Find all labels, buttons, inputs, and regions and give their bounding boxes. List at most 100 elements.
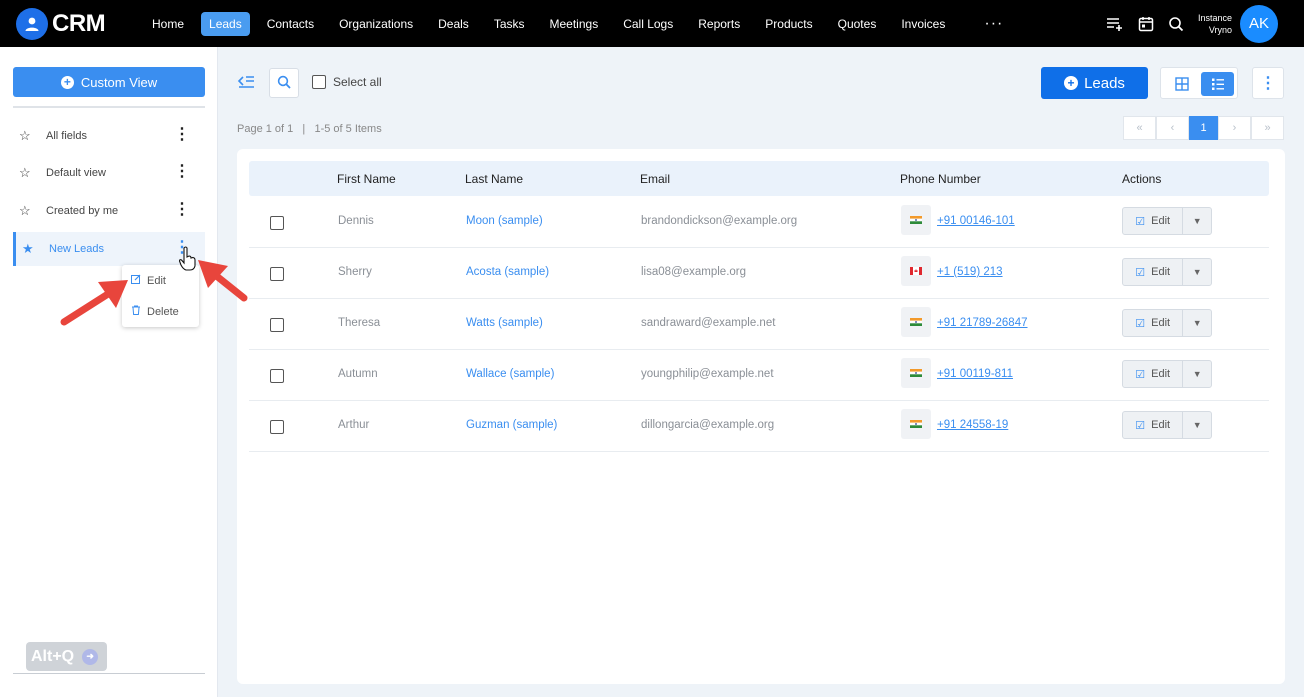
chevron-down-icon[interactable]: ▼ bbox=[1183, 412, 1211, 438]
collapse-sidebar-icon[interactable] bbox=[237, 74, 255, 93]
cell-phone-link[interactable]: +1 (519) 213 bbox=[937, 266, 1003, 278]
grid-view-icon[interactable] bbox=[1169, 74, 1195, 94]
view-item-new-leads[interactable]: ★ New Leads ⋮ bbox=[13, 232, 205, 266]
view-item-all-fields[interactable]: ☆ All fields ⋮ bbox=[13, 119, 205, 153]
edit-label: Edit bbox=[1151, 215, 1171, 227]
column-header-last-name[interactable]: Last Name bbox=[465, 172, 523, 186]
chevron-down-icon[interactable]: ▼ bbox=[1183, 259, 1211, 285]
add-list-icon[interactable] bbox=[1106, 16, 1124, 32]
cell-phone-link[interactable]: +91 00119-811 bbox=[937, 368, 1013, 380]
nav-leads[interactable]: Leads bbox=[201, 11, 250, 36]
nav-reports[interactable]: Reports bbox=[690, 12, 748, 36]
custom-view-label: Custom View bbox=[80, 74, 158, 90]
app-logo[interactable]: CRM bbox=[16, 7, 128, 40]
edit-button[interactable]: ☑ Edit bbox=[1123, 310, 1184, 336]
kebab-menu-icon[interactable]: ⋮ bbox=[174, 164, 190, 180]
nav-contacts[interactable]: Contacts bbox=[259, 12, 322, 36]
table-row[interactable]: Autumn Wallace (sample) youngphilip@exam… bbox=[249, 350, 1269, 401]
view-label: Default view bbox=[46, 167, 106, 179]
cell-last-name-link[interactable]: Acosta (sample) bbox=[466, 266, 549, 278]
nav-call-logs[interactable]: Call Logs bbox=[615, 12, 681, 36]
page-number[interactable]: 1 bbox=[1189, 116, 1218, 140]
nav-tasks[interactable]: Tasks bbox=[486, 12, 533, 36]
top-navigation-bar: CRM Home Leads Contacts Organizations De… bbox=[0, 0, 1304, 47]
cell-last-name-link[interactable]: Guzman (sample) bbox=[466, 419, 557, 431]
select-all-checkbox[interactable] bbox=[312, 75, 326, 89]
more-options-icon[interactable]: ⋮ bbox=[1252, 67, 1284, 99]
row-checkbox[interactable] bbox=[270, 267, 284, 281]
edit-button[interactable]: ☑ Edit bbox=[1123, 259, 1184, 285]
nav-home[interactable]: Home bbox=[144, 12, 192, 36]
search-icon[interactable] bbox=[1168, 16, 1184, 32]
cell-first-name: Sherry bbox=[338, 266, 372, 278]
cell-last-name-link[interactable]: Moon (sample) bbox=[466, 215, 543, 227]
nav-invoices[interactable]: Invoices bbox=[893, 12, 953, 36]
cell-phone-link[interactable]: +91 00146-101 bbox=[937, 215, 1015, 227]
cell-first-name: Autumn bbox=[338, 368, 378, 380]
first-page-icon[interactable]: « bbox=[1123, 116, 1156, 140]
table-row[interactable]: Arthur Guzman (sample) dillongarcia@exam… bbox=[249, 401, 1269, 452]
row-checkbox[interactable] bbox=[270, 318, 284, 332]
previous-page-icon[interactable]: ‹ bbox=[1156, 116, 1189, 140]
plus-circle-icon: + bbox=[60, 75, 74, 89]
cell-first-name: Dennis bbox=[338, 215, 374, 227]
leads-table-card: First Name Last Name Email Phone Number … bbox=[237, 149, 1285, 684]
column-header-first-name[interactable]: First Name bbox=[337, 172, 396, 186]
next-page-icon[interactable]: › bbox=[1218, 116, 1251, 140]
view-item-created-by-me[interactable]: ☆ Created by me ⋮ bbox=[13, 194, 205, 228]
select-all[interactable]: Select all bbox=[312, 75, 382, 89]
app-name: CRM bbox=[52, 9, 106, 37]
annotation-arrow-icon bbox=[60, 280, 128, 326]
edit-button[interactable]: ☑ Edit bbox=[1123, 412, 1184, 438]
cell-phone-link[interactable]: +91 24558-19 bbox=[937, 419, 1008, 431]
cell-phone-link[interactable]: +91 21789-26847 bbox=[937, 317, 1028, 329]
chevron-down-icon[interactable]: ▼ bbox=[1183, 361, 1211, 387]
column-header-phone[interactable]: Phone Number bbox=[900, 172, 981, 186]
india-flag-icon bbox=[901, 307, 931, 337]
edit-button[interactable]: ☑ Edit bbox=[1123, 208, 1184, 234]
nav-meetings[interactable]: Meetings bbox=[542, 12, 607, 36]
row-checkbox[interactable] bbox=[270, 216, 284, 230]
kebab-menu-icon[interactable]: ⋮ bbox=[174, 127, 190, 143]
edit-label: Edit bbox=[1151, 266, 1171, 278]
cell-last-name-link[interactable]: Wallace (sample) bbox=[466, 368, 554, 380]
list-view-icon[interactable] bbox=[1201, 72, 1234, 96]
row-checkbox[interactable] bbox=[270, 420, 284, 434]
user-group-icon bbox=[16, 7, 48, 40]
cell-last-name-link[interactable]: Watts (sample) bbox=[466, 317, 543, 329]
nav-more-icon[interactable]: ··· bbox=[984, 15, 1003, 33]
shortcut-hint[interactable]: Alt+Q ➜ bbox=[26, 642, 107, 671]
nav-products[interactable]: Products bbox=[757, 12, 820, 36]
plus-circle-icon: + bbox=[1064, 76, 1079, 90]
table-row[interactable]: Theresa Watts (sample) sandraward@exampl… bbox=[249, 299, 1269, 350]
chevron-down-icon[interactable]: ▼ bbox=[1183, 310, 1211, 336]
cell-email: dillongarcia@example.org bbox=[641, 419, 775, 431]
row-checkbox[interactable] bbox=[270, 369, 284, 383]
nav-deals[interactable]: Deals bbox=[430, 12, 477, 36]
nav-quotes[interactable]: Quotes bbox=[830, 12, 885, 36]
star-outline-icon[interactable]: ☆ bbox=[19, 165, 35, 181]
star-filled-icon[interactable]: ★ bbox=[22, 241, 38, 257]
table-row[interactable]: Dennis Moon (sample) brandondickson@exam… bbox=[249, 197, 1269, 248]
cell-first-name: Theresa bbox=[338, 317, 381, 329]
view-item-default-view[interactable]: ☆ Default view ⋮ bbox=[13, 156, 205, 190]
search-button[interactable] bbox=[269, 68, 299, 98]
table-header: First Name Last Name Email Phone Number … bbox=[249, 161, 1269, 196]
menu-item-label: Edit bbox=[147, 274, 166, 287]
add-lead-button[interactable]: + Leads bbox=[1041, 67, 1148, 99]
last-page-icon[interactable]: » bbox=[1251, 116, 1284, 140]
instance-line-1: Instance bbox=[1197, 12, 1232, 23]
edit-button[interactable]: ☑ Edit bbox=[1123, 361, 1184, 387]
edit-icon: ☑ bbox=[1135, 215, 1146, 228]
table-row[interactable]: Sherry Acosta (sample) lisa08@example.or… bbox=[249, 248, 1269, 299]
nav-organizations[interactable]: Organizations bbox=[331, 12, 421, 36]
avatar[interactable]: AK bbox=[1240, 4, 1278, 43]
custom-view-button[interactable]: + Custom View bbox=[13, 67, 205, 97]
kebab-menu-icon[interactable]: ⋮ bbox=[174, 202, 190, 218]
column-header-email[interactable]: Email bbox=[640, 172, 670, 186]
chevron-down-icon[interactable]: ▼ bbox=[1183, 208, 1211, 234]
calendar-icon[interactable] bbox=[1138, 16, 1154, 32]
star-outline-icon[interactable]: ☆ bbox=[19, 128, 35, 144]
star-outline-icon[interactable]: ☆ bbox=[19, 203, 35, 219]
row-actions: ☑ Edit ▼ bbox=[1122, 360, 1212, 388]
